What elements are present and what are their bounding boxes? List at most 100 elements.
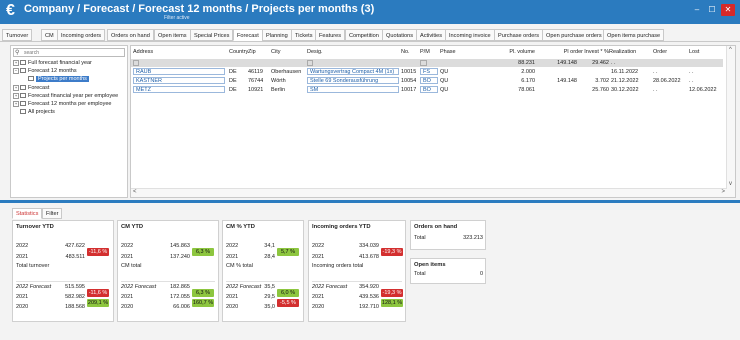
- card-title: CM % YTD: [226, 224, 255, 230]
- col-city[interactable]: City: [271, 47, 280, 57]
- volume-cell: 6.170: [521, 78, 535, 84]
- tab-incoming-orders[interactable]: Incoming orders: [57, 29, 106, 41]
- invest-cell: [561, 68, 609, 76]
- divider: [226, 281, 300, 282]
- change-badge: 160,7 %: [192, 299, 214, 307]
- desig-cell[interactable]: SM: [307, 86, 399, 93]
- tab-open-purchase-orders[interactable]: Open purchase orders: [542, 29, 606, 41]
- total-volume: 88.231: [518, 60, 535, 66]
- change-badge: -11,6 %: [87, 289, 109, 297]
- expand-icon[interactable]: +: [13, 100, 19, 107]
- close-button[interactable]: ✕: [721, 4, 735, 16]
- pm-cell[interactable]: BO: [420, 86, 438, 93]
- year-value: 182.865: [170, 284, 190, 290]
- col-address[interactable]: Address: [133, 47, 153, 57]
- tab-statistics[interactable]: Statistics: [12, 208, 43, 219]
- order-cell: . .: [653, 69, 658, 75]
- desig-icon: [307, 60, 313, 66]
- table-row[interactable]: KASTNER DE 76744 Wörth Stelle 69 Sondera…: [131, 77, 723, 85]
- tab-filter[interactable]: Filter: [42, 208, 63, 219]
- expand-icon[interactable]: +: [13, 59, 19, 66]
- lost-cell: . .: [689, 69, 694, 75]
- expand-icon[interactable]: +: [13, 92, 19, 99]
- folder-icon: [20, 85, 26, 91]
- total-label: CM % total: [226, 263, 253, 269]
- tab-planning[interactable]: Planning: [262, 29, 292, 41]
- tree-search[interactable]: ⚲: [13, 48, 125, 57]
- tree-item-full-forecast[interactable]: + Full forecast financial year: [13, 59, 92, 67]
- tab-activities[interactable]: Activities: [416, 29, 447, 41]
- tab-open-items[interactable]: Open items: [154, 29, 191, 41]
- tab-features[interactable]: Features: [315, 29, 346, 41]
- col-order[interactable]: Order: [653, 47, 667, 57]
- table-row[interactable]: METZ DE 10921 Berlin SM 10017 BO QU 78.0…: [131, 86, 723, 94]
- change-badge: 128,1 %: [381, 299, 403, 307]
- tab-cm[interactable]: CM: [41, 29, 58, 41]
- address-cell[interactable]: KASTNER: [133, 77, 225, 84]
- cm-card: CM YTD 2022 145.863 2021 137.240 6,3 % C…: [117, 220, 219, 322]
- tab-incoming-invoice[interactable]: Incoming invoice: [445, 29, 495, 41]
- tree-item-forecast[interactable]: + Forecast: [13, 84, 49, 92]
- address-cell[interactable]: RAUB: [133, 68, 225, 75]
- scroll-down-icon[interactable]: v: [729, 181, 732, 187]
- desig-cell[interactable]: Stelle 69 Sonderausführung: [307, 77, 399, 84]
- folder-icon: [20, 68, 26, 74]
- realization-cell: 16.11.2022: [611, 69, 639, 75]
- year-label: 2021: [16, 254, 29, 260]
- tab-competition[interactable]: Competition: [345, 29, 383, 41]
- pm-cell[interactable]: BO: [420, 77, 438, 84]
- tab-special-prices[interactable]: Special Prices: [190, 29, 234, 41]
- tab-quotations[interactable]: Quotations: [382, 29, 418, 41]
- maximize-button[interactable]: ☐: [705, 4, 719, 16]
- table-row[interactable]: RAUB DE 46119 Oberhausen Wartungsvertrag…: [131, 68, 723, 76]
- col-desig[interactable]: Desig.: [307, 47, 323, 57]
- col-pm[interactable]: P/M: [420, 47, 430, 57]
- year-label: 2020: [226, 304, 239, 310]
- year-value: 427.622: [65, 243, 85, 249]
- col-no[interactable]: No.: [401, 47, 410, 57]
- tab-turnover[interactable]: Turnover: [2, 29, 33, 41]
- pm-cell[interactable]: FS: [420, 68, 438, 75]
- col-phase[interactable]: Phase: [440, 47, 456, 57]
- tree-item-forecast-fy-employee[interactable]: + Forecast financial year per employee: [13, 92, 118, 100]
- col-country[interactable]: Country: [229, 47, 248, 57]
- tree-item-all-projects[interactable]: All projects: [20, 108, 55, 116]
- col-invest[interactable]: Invest * %: [561, 47, 609, 57]
- expand-icon[interactable]: +: [13, 84, 19, 91]
- tab-orders-on-hand[interactable]: Orders on hand: [107, 29, 154, 41]
- minimize-button[interactable]: –: [690, 4, 704, 16]
- card-title: Turnover YTD: [16, 224, 54, 230]
- year-value: 137.240: [170, 254, 190, 260]
- col-zip[interactable]: Zip: [248, 47, 256, 57]
- card-title: Incoming orders YTD: [312, 224, 371, 230]
- desig-cell[interactable]: Wartungsvertrag Compact 4M (1x): [307, 68, 399, 75]
- tab-tickets[interactable]: Tickets: [291, 29, 317, 41]
- realization-cell: 30.12.2022: [611, 87, 639, 93]
- year-label: 2021: [16, 294, 29, 300]
- tab-forecast[interactable]: Forecast: [233, 29, 263, 41]
- scroll-right-icon[interactable]: >: [721, 189, 725, 195]
- col-volume[interactable]: Pl. volume: [495, 47, 535, 57]
- table-row-totals[interactable]: 88.231 149.148 29.462 . .: [131, 59, 723, 67]
- tab-purchase-orders[interactable]: Purchase orders: [494, 29, 544, 41]
- panel-splitter[interactable]: [0, 200, 740, 203]
- scroll-up-icon[interactable]: ^: [729, 47, 732, 53]
- tree-item-forecast-12-months[interactable]: − Forecast 12 months: [13, 67, 77, 75]
- col-lost[interactable]: Lost: [689, 47, 699, 57]
- filter-icon[interactable]: ⚲: [15, 49, 19, 56]
- country-cell: DE: [229, 69, 237, 75]
- year-value: 188.568: [65, 304, 85, 310]
- vertical-scrollbar[interactable]: ^ v: [726, 46, 735, 197]
- tree-item-projects-per-months[interactable]: Projects per months: [28, 75, 89, 83]
- collapse-icon[interactable]: −: [13, 67, 19, 74]
- address-cell[interactable]: METZ: [133, 86, 225, 93]
- horizontal-scrollbar[interactable]: < >: [131, 188, 727, 197]
- tree-item-forecast-12-employee[interactable]: + Forecast 12 months per employee: [13, 100, 111, 108]
- col-realization[interactable]: Realization: [609, 47, 636, 57]
- scroll-left-icon[interactable]: <: [133, 189, 137, 195]
- year-value: 145.863: [170, 243, 190, 249]
- tab-open-items-purchase[interactable]: Open items purchase: [603, 29, 665, 41]
- change-badge: -19,3 %: [381, 248, 403, 256]
- search-input[interactable]: [24, 49, 124, 56]
- total-label: Total turnover: [16, 263, 50, 269]
